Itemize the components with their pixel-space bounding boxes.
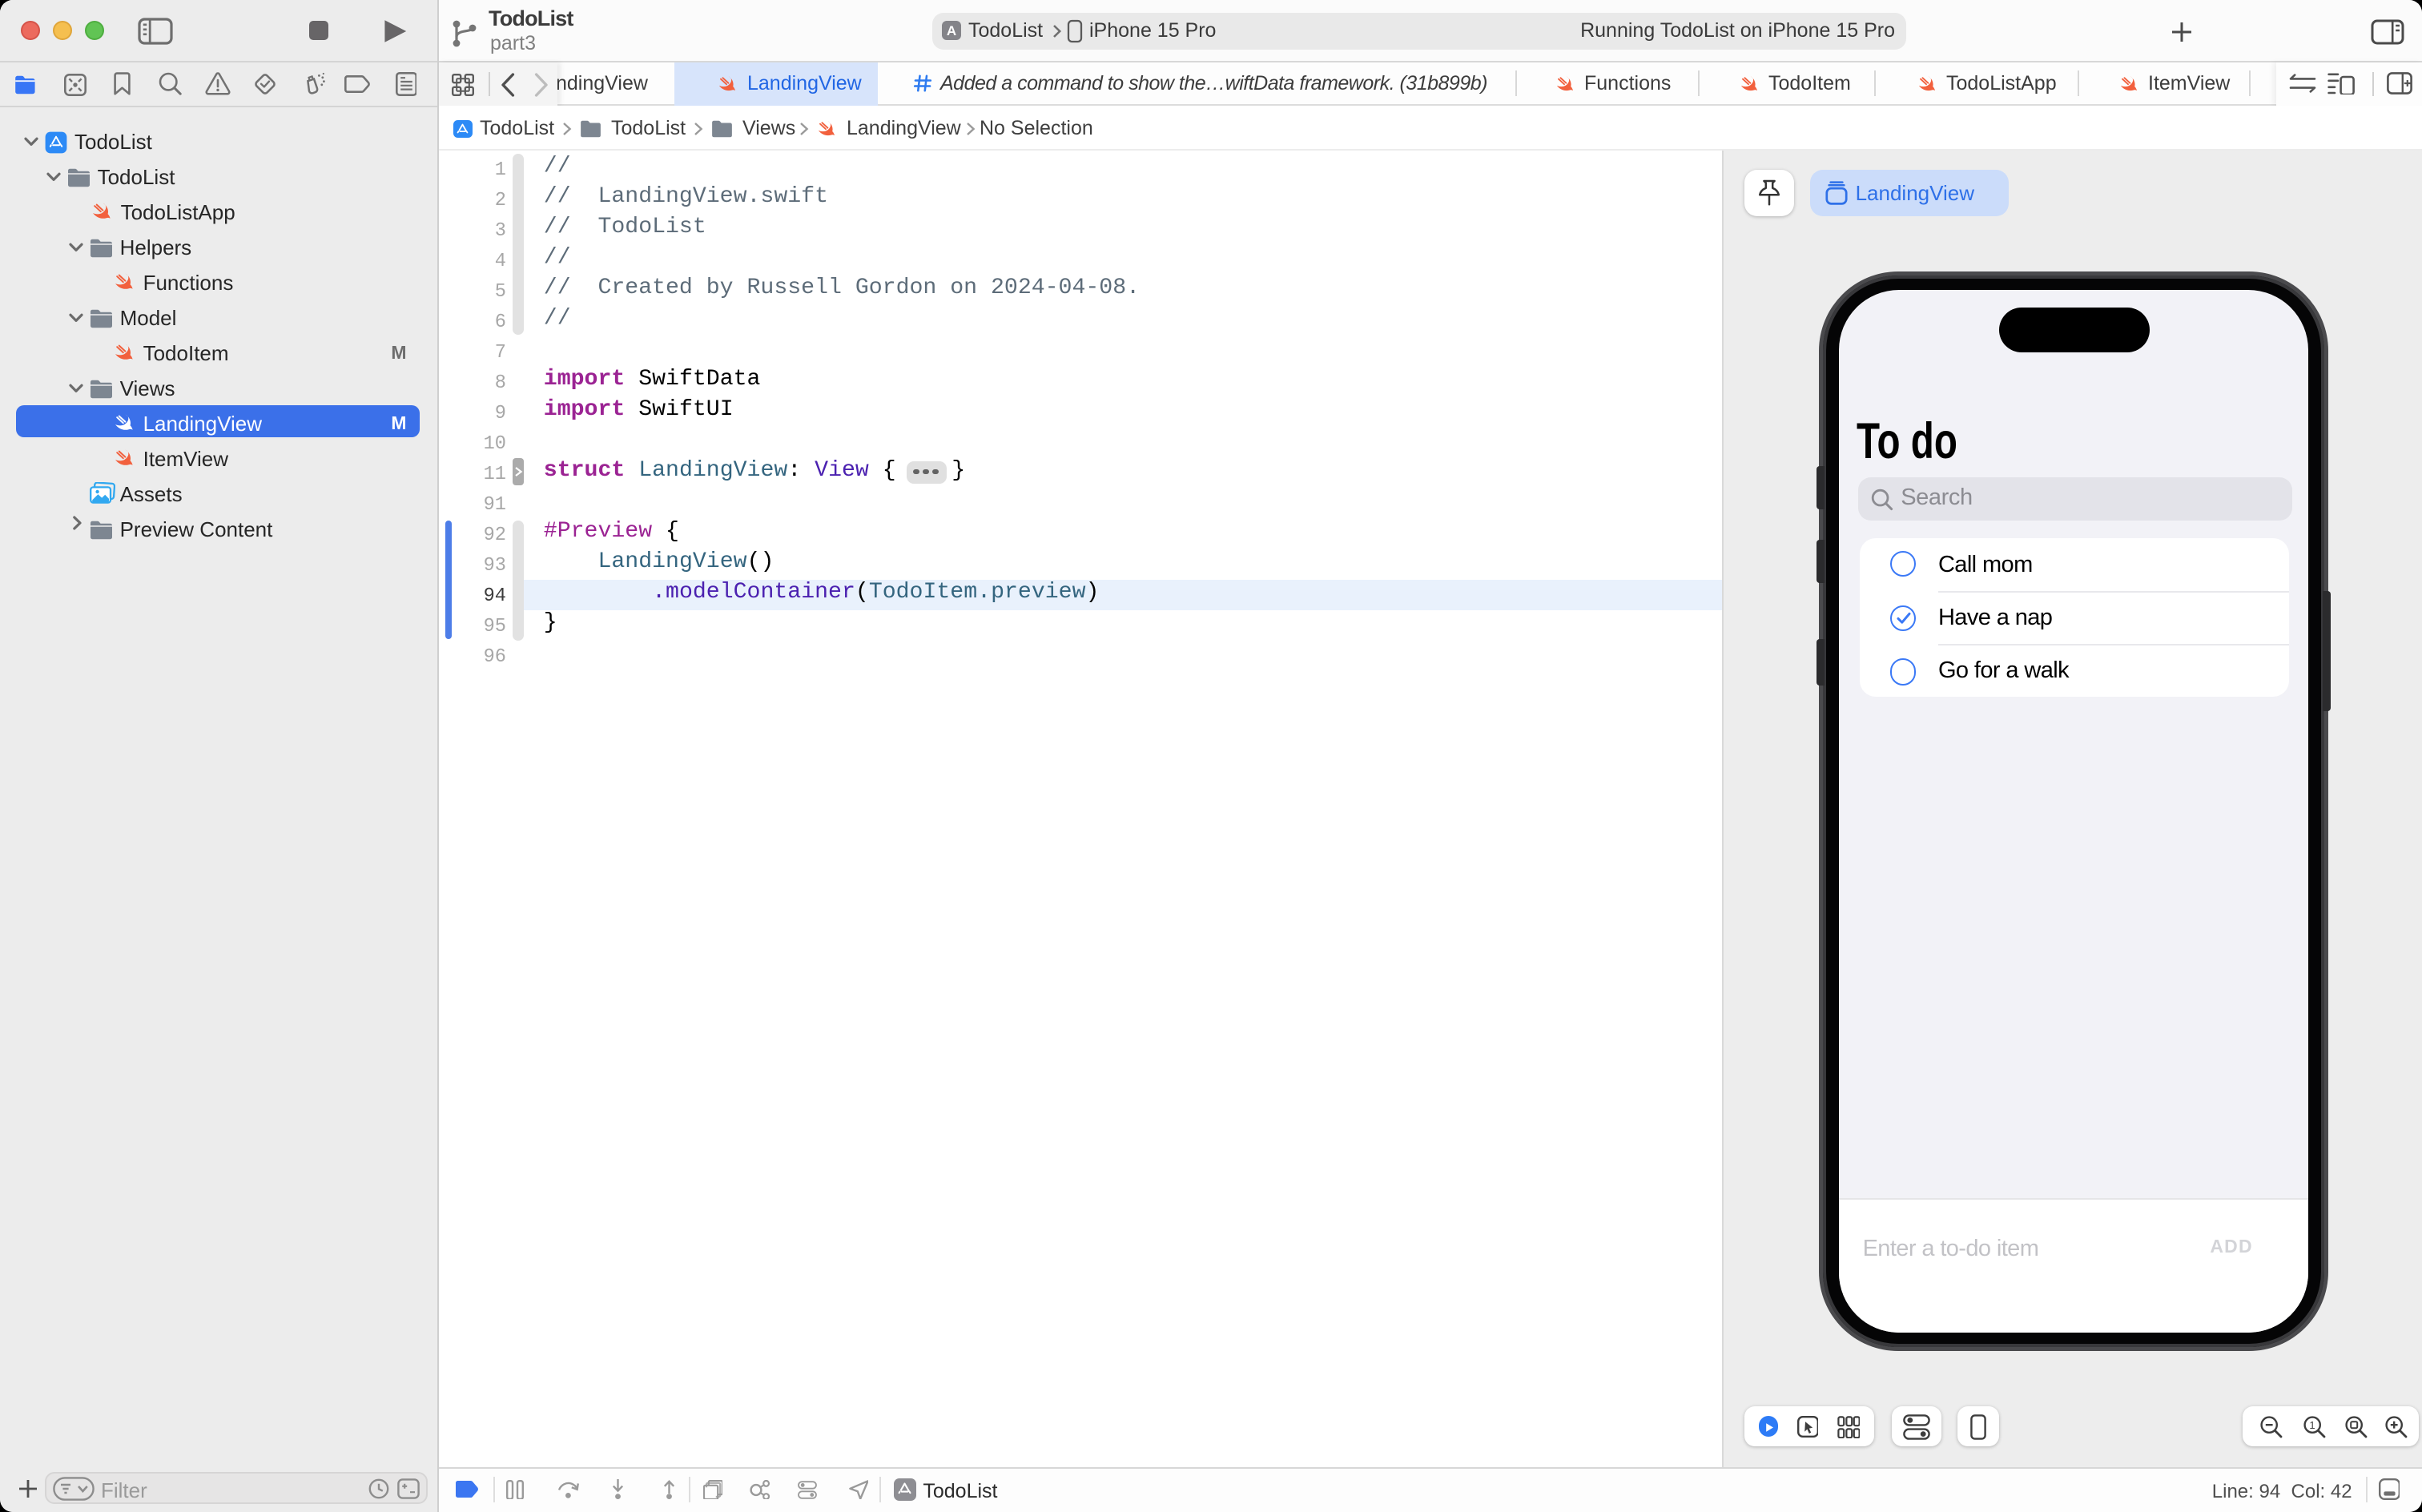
svg-text:1: 1 (2309, 1419, 2315, 1431)
